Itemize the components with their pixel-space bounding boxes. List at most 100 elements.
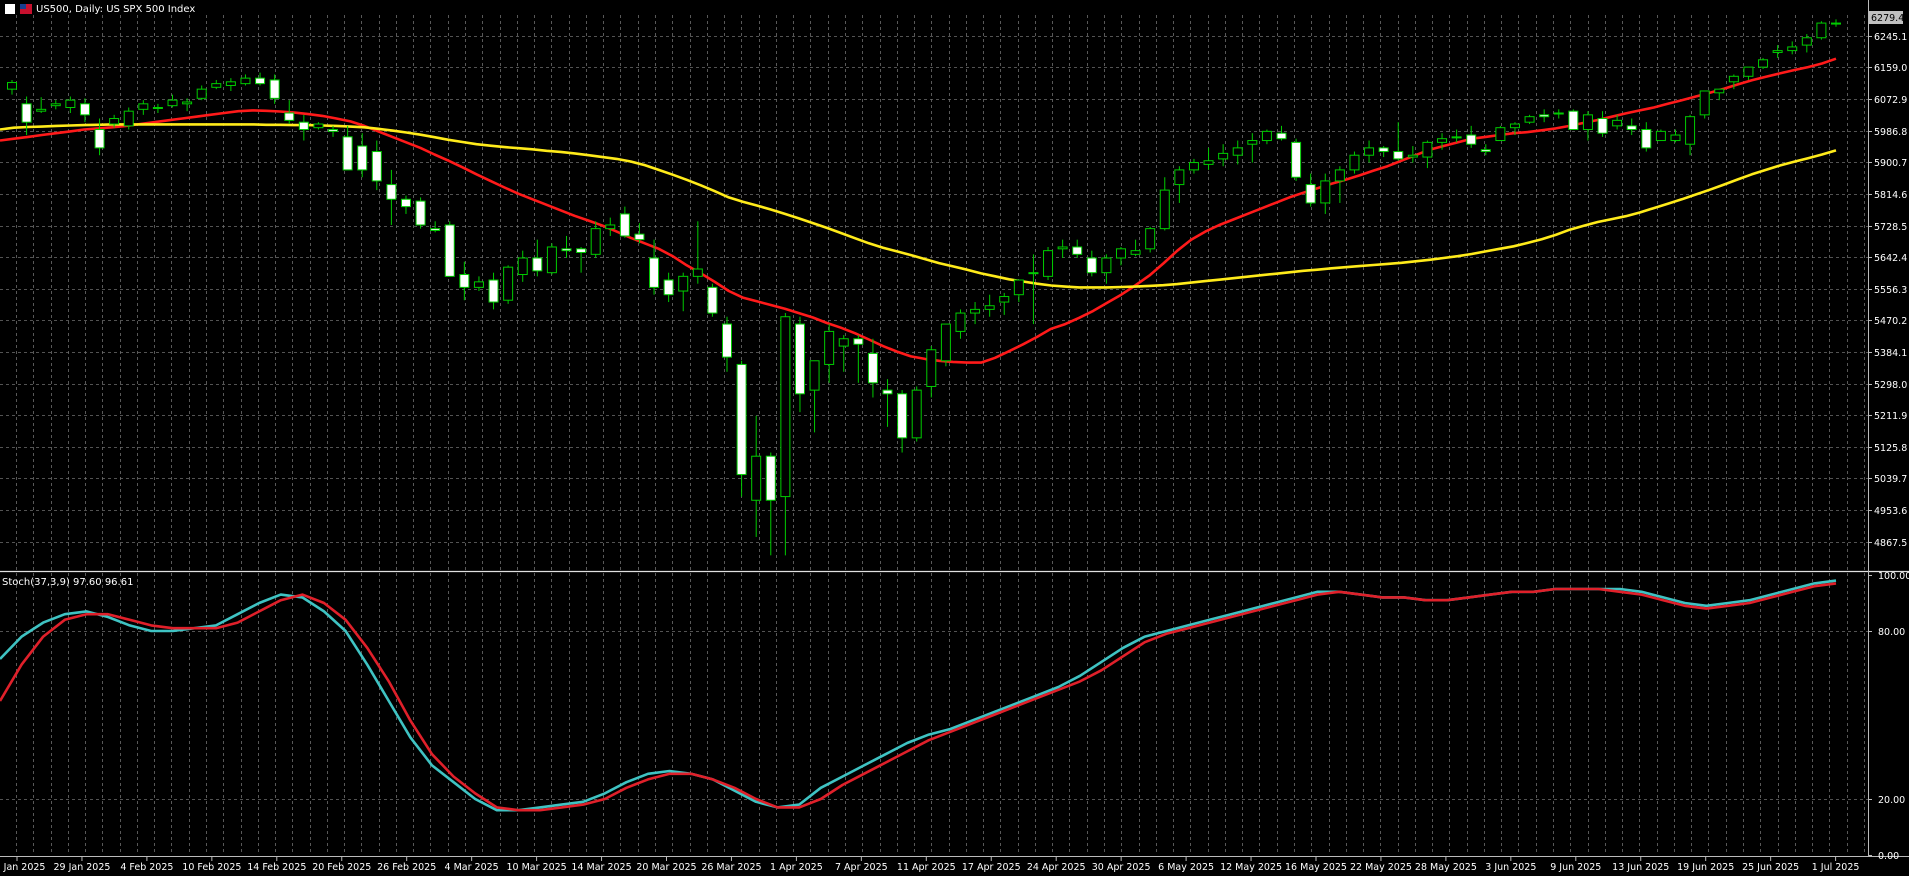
- candle-body-bull: [473, 281, 484, 288]
- price-tick-label: 5728.5: [1874, 222, 1907, 233]
- candle-body-bull: [1451, 136, 1462, 139]
- candle: [503, 265, 514, 304]
- candle-body-bear: [576, 248, 587, 253]
- candle-body-bull: [152, 107, 163, 109]
- current-price-label: 6279.4: [1871, 13, 1904, 24]
- candle-body-bull: [1101, 257, 1112, 274]
- candle-body-bull: [590, 228, 601, 255]
- candle-body-bull: [1787, 46, 1798, 52]
- price-tick-label: 5470.2: [1874, 316, 1907, 327]
- candle-body-bear: [1086, 257, 1097, 274]
- candle-body-bull: [313, 123, 324, 129]
- candle-body-bull: [940, 323, 951, 362]
- time-tick-label: 17 Apr 2025: [962, 862, 1021, 873]
- candle-body-bull: [780, 316, 791, 498]
- time-tick-label: 12 May 2025: [1220, 862, 1282, 873]
- candle-body-bull: [1057, 246, 1068, 250]
- candle-body-bear: [561, 248, 572, 252]
- time-tick-label: 13 Jun 2025: [1612, 862, 1669, 873]
- candle-body-bull: [1728, 75, 1739, 83]
- candle-body-bull: [1232, 147, 1243, 156]
- candle-body-bear: [298, 121, 309, 131]
- stoch-indicator-title: Stoch(37,3,9) 97.60 96.61: [2, 577, 133, 588]
- candle-body-bull: [1801, 37, 1812, 46]
- candle-body-bull: [65, 99, 76, 108]
- candle-body-bear: [1305, 184, 1316, 204]
- candle-body-bull: [225, 81, 236, 86]
- price-tick-label: 5986.8: [1874, 127, 1907, 138]
- candle-body-bull: [1334, 169, 1345, 182]
- candle-body-bear: [1393, 151, 1404, 160]
- time-tick-label: 14 Feb 2025: [247, 862, 306, 873]
- candle-body-bull: [240, 77, 251, 85]
- chart-flag-icon-canton: [20, 4, 26, 9]
- candle-body-bear: [357, 145, 368, 171]
- time-tick-label: 7 Apr 2025: [835, 862, 888, 873]
- time-tick-label: 1 Apr 2025: [770, 862, 823, 873]
- candle-body-bear: [882, 389, 893, 395]
- candle-body-bear: [342, 136, 353, 171]
- candle-body-bear: [1641, 129, 1652, 149]
- candle-body-bull: [196, 88, 207, 99]
- candle-body-bull: [182, 101, 193, 105]
- candle-body-bull: [1714, 88, 1725, 94]
- candle-body-bull: [1349, 154, 1360, 171]
- candle-body-bear: [867, 352, 878, 384]
- price-tick-label: 5125.8: [1874, 443, 1907, 454]
- candle-body-bear: [663, 279, 674, 296]
- time-tick-label: 10 Feb 2025: [182, 862, 241, 873]
- time-tick-label: 30 Apr 2025: [1092, 862, 1151, 873]
- candle-body-bull: [751, 455, 762, 501]
- candle: [911, 386, 922, 442]
- candle-body-bear: [94, 129, 105, 149]
- candle-body-bull: [211, 83, 222, 88]
- candle: [707, 283, 718, 317]
- candle: [940, 323, 951, 367]
- candle: [1758, 57, 1769, 69]
- candle: [444, 221, 455, 277]
- candle-body-bull: [1130, 250, 1141, 255]
- candle-body-bull: [955, 312, 966, 332]
- price-tick-label: 4867.5: [1874, 538, 1907, 549]
- price-tick-label: 5211.9: [1874, 411, 1907, 422]
- candle-body-bull: [838, 338, 849, 347]
- candle-body-bear: [430, 228, 441, 231]
- time-tick-label: 20 Feb 2025: [312, 862, 371, 873]
- time-tick-label: 14 Mar 2025: [571, 862, 631, 873]
- candle-body-bull: [692, 268, 703, 277]
- candle-body-bull: [1247, 140, 1258, 145]
- candle-body-bull: [1685, 116, 1696, 145]
- price-tick-label: 6159.0: [1874, 63, 1907, 74]
- candle-body-bear: [1597, 118, 1608, 134]
- time-tick-label: 26 Feb 2025: [377, 862, 436, 873]
- chart-menu-icon[interactable]: [5, 4, 15, 14]
- time-tick-label: 6 May 2025: [1158, 862, 1214, 873]
- candle-body-bull: [109, 118, 120, 125]
- candle-body-bear: [1480, 149, 1491, 153]
- candle-body-bear: [1539, 114, 1550, 118]
- candle-body-bull: [1553, 112, 1564, 115]
- candle-body-bull: [678, 275, 689, 292]
- candle-body-bull: [911, 389, 922, 439]
- candle-body-bull: [926, 349, 937, 387]
- price-tick-label: 6245.1: [1874, 32, 1907, 43]
- candle-body-bear: [1291, 141, 1302, 178]
- candle-body-bear: [400, 198, 411, 208]
- time-tick-label: 28 May 2025: [1415, 862, 1477, 873]
- candle-body-bull: [1816, 22, 1827, 39]
- time-tick-label: 3 Jun 2025: [1485, 862, 1536, 873]
- candle-body-bear: [371, 151, 382, 182]
- chart-canvas: 6245.1 6159.0 6072.9 5986.8 5900.7 5814.6 5728…: [0, 0, 1909, 876]
- candle-body-bull: [824, 330, 835, 365]
- candle: [415, 197, 426, 229]
- candle-body-bull: [1655, 130, 1666, 142]
- candle-body-bear: [444, 224, 455, 277]
- candle: [1568, 109, 1579, 131]
- candle-body-bear: [328, 129, 339, 132]
- time-tick-label: 9 Jun 2025: [1550, 862, 1601, 873]
- candle-body-bull: [1437, 138, 1448, 143]
- time-tick-label: 4 Mar 2025: [445, 862, 499, 873]
- candle-body-bear: [649, 257, 660, 288]
- candle-body-bear: [1378, 147, 1389, 153]
- candle: [123, 107, 134, 130]
